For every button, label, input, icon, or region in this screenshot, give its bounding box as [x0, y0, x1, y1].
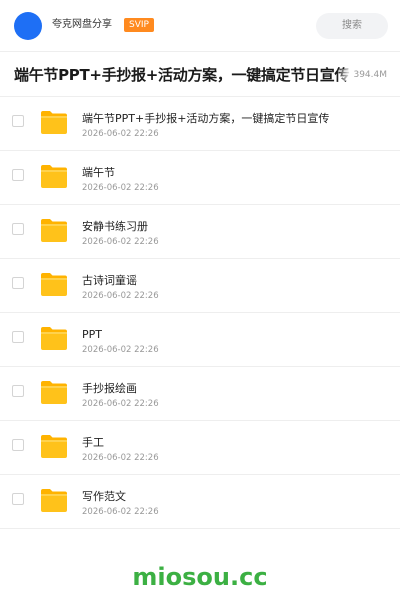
list-item[interactable]: 写作范文 2026-06-02 22:26 — [0, 475, 400, 529]
checkbox[interactable] — [12, 115, 24, 127]
header: 夸克网盘分享 SVIP 搜索 — [0, 0, 400, 52]
item-date: 2026-06-02 22:26 — [82, 345, 159, 355]
share-title: 端午节PPT+手抄报+活动方案，一键搞定节日宣传 — [14, 66, 350, 84]
item-date: 2026-06-02 22:26 — [82, 453, 159, 463]
checkbox[interactable] — [12, 331, 24, 343]
list-item[interactable]: 手抄报绘画 2026-06-02 22:26 — [0, 367, 400, 421]
avatar[interactable] — [14, 12, 42, 40]
item-name[interactable]: 端午节 — [82, 166, 115, 180]
search-button[interactable]: 搜索 — [316, 13, 388, 39]
list-item[interactable]: 古诗词童谣 2026-06-02 22:26 — [0, 259, 400, 313]
list-item[interactable]: 端午节PPT+手抄报+活动方案，一键搞定节日宣传 2026-06-02 22:2… — [0, 97, 400, 151]
checkbox[interactable] — [12, 223, 24, 235]
item-name[interactable]: PPT — [82, 328, 102, 342]
owner-name[interactable]: 夸克网盘分享 — [52, 18, 112, 32]
item-date: 2026-06-02 22:26 — [82, 183, 159, 193]
folder-icon — [41, 489, 67, 512]
item-name[interactable]: 安静书练习册 — [82, 220, 148, 234]
item-name[interactable]: 古诗词童谣 — [82, 274, 137, 288]
watermark: miosou.cc — [132, 563, 268, 591]
share-page: 夸克网盘分享 SVIP 搜索 端午节PPT+手抄报+活动方案，一键搞定节日宣传 … — [0, 0, 400, 600]
checkbox[interactable] — [12, 277, 24, 289]
share-size: 394.4M — [337, 69, 387, 81]
checkbox[interactable] — [12, 169, 24, 181]
share-title-row: 端午节PPT+手抄报+活动方案，一键搞定节日宣传 394.4M — [0, 53, 400, 97]
item-name[interactable]: 手抄报绘画 — [82, 382, 137, 396]
item-date: 2026-06-02 22:26 — [82, 129, 159, 139]
folder-icon — [41, 111, 67, 134]
folder-icon — [41, 165, 67, 188]
folder-icon — [41, 219, 67, 242]
item-date: 2026-06-02 22:26 — [82, 291, 159, 301]
item-date: 2026-06-02 22:26 — [82, 507, 159, 517]
list-item[interactable]: PPT 2026-06-02 22:26 — [0, 313, 400, 367]
item-name[interactable]: 端午节PPT+手抄报+活动方案，一键搞定节日宣传 — [82, 112, 329, 126]
list-item[interactable]: 安静书练习册 2026-06-02 22:26 — [0, 205, 400, 259]
svip-badge: SVIP — [124, 18, 154, 32]
list-item[interactable]: 端午节 2026-06-02 22:26 — [0, 151, 400, 205]
folder-icon — [41, 381, 67, 404]
item-date: 2026-06-02 22:26 — [82, 237, 159, 247]
item-date: 2026-06-02 22:26 — [82, 399, 159, 409]
list-item[interactable]: 手工 2026-06-02 22:26 — [0, 421, 400, 475]
item-name[interactable]: 手工 — [82, 436, 104, 450]
item-name[interactable]: 写作范文 — [82, 490, 126, 504]
file-list: 端午节PPT+手抄报+活动方案，一键搞定节日宣传 2026-06-02 22:2… — [0, 97, 400, 529]
folder-icon — [41, 273, 67, 296]
checkbox[interactable] — [12, 385, 24, 397]
folder-icon — [41, 327, 67, 350]
checkbox[interactable] — [12, 439, 24, 451]
folder-icon — [41, 435, 67, 458]
checkbox[interactable] — [12, 493, 24, 505]
